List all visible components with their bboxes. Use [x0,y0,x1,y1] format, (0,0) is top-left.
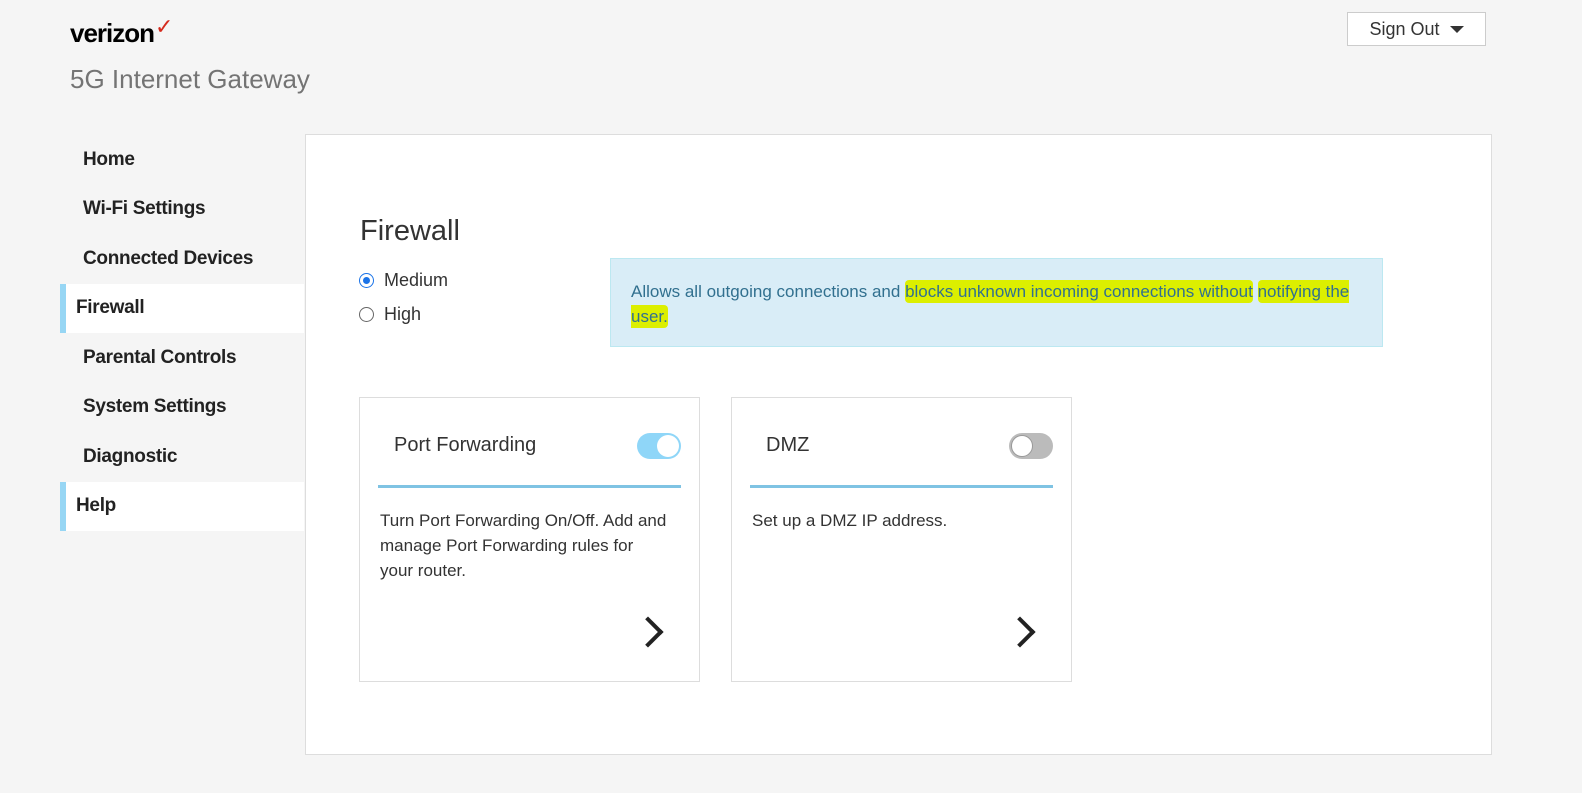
radio-unchecked-icon[interactable] [359,307,374,322]
radio-medium[interactable]: Medium [359,270,448,291]
radio-medium-label: Medium [384,270,449,290]
card-title: Port Forwarding [394,434,537,456]
radio-high-label: High [384,304,422,324]
radio-high[interactable]: High [359,304,421,325]
card-description: Set up a DMZ IP address. [752,511,948,530]
sign-out-label: Sign Out [1369,18,1440,39]
dmz-toggle[interactable] [1009,433,1053,459]
sidebar: Home Wi-Fi Settings Connected Devices Fi… [60,135,304,531]
checkmark-icon: ✓ [155,14,173,39]
sign-out-button[interactable]: Sign Out [1347,12,1486,46]
chevron-right-icon[interactable] [632,616,664,648]
sidebar-item-diagnostic[interactable]: Diagnostic [60,432,304,482]
page-title: Firewall [360,215,460,247]
sidebar-item-system-settings[interactable]: System Settings [60,383,304,433]
firewall-description: Allows all outgoing connections and bloc… [610,258,1383,347]
dmz-card: DMZ Set up a DMZ IP address. [731,397,1072,682]
radio-checked-icon[interactable] [359,273,374,288]
product-title: 5G Internet Gateway [70,64,310,94]
sidebar-item-help[interactable]: Help [60,481,304,531]
card-title: DMZ [766,434,810,456]
info-highlight: blocks unknown incoming connections with… [905,280,1253,303]
verizon-logo: verizon✓ [70,14,173,48]
chevron-right-icon[interactable] [1004,616,1036,648]
port-forwarding-card: Port Forwarding Turn Port Forwarding On/… [359,397,700,682]
divider [378,485,681,488]
info-text: Allows all outgoing connections and [631,282,906,301]
card-description: Turn Port Forwarding On/Off. Add and man… [380,511,667,580]
divider [750,485,1053,488]
main-panel: Firewall Medium High Allows all outgoing… [305,134,1492,755]
sidebar-item-connected-devices[interactable]: Connected Devices [60,234,304,284]
sidebar-item-parental-controls[interactable]: Parental Controls [60,333,304,383]
sidebar-item-wifi-settings[interactable]: Wi-Fi Settings [60,185,304,235]
port-forwarding-toggle[interactable] [637,433,681,459]
caret-down-icon [1449,25,1464,33]
sidebar-item-firewall[interactable]: Firewall [60,283,304,333]
sidebar-item-home[interactable]: Home [60,135,304,185]
